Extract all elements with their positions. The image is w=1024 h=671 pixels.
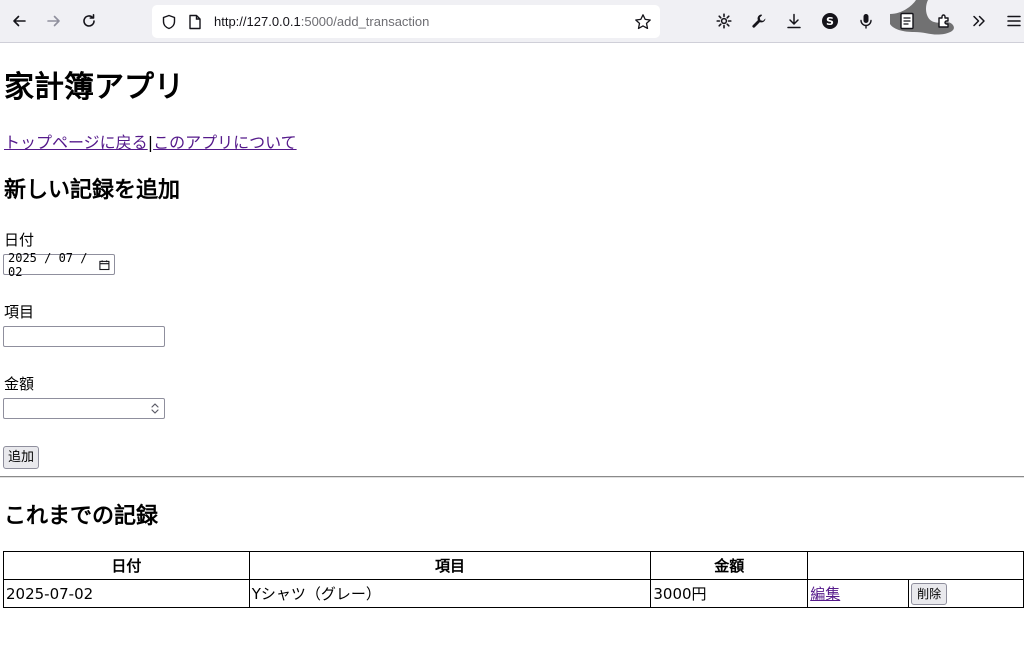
reload-icon (83, 14, 95, 27)
devtools-button[interactable] (745, 7, 773, 35)
about-link[interactable]: このアプリについて (153, 133, 297, 152)
col-item-header: 項目 (248, 551, 652, 580)
cell-date: 2025-07-02 (3, 579, 250, 608)
calendar-icon[interactable] (99, 259, 110, 271)
delete-button[interactable]: 削除 (911, 582, 948, 605)
edit-link[interactable]: 編集 (810, 585, 840, 603)
date-value: 2025 / 07 / 02 (8, 250, 88, 279)
reader-view-button[interactable] (893, 7, 921, 35)
add-button[interactable]: 追加 (3, 446, 40, 469)
form-heading: 新しい記録を追加 (4, 178, 181, 203)
item-label: 項目 (4, 303, 35, 321)
shield-icon[interactable] (160, 13, 178, 31)
svg-text:S: S (826, 15, 834, 28)
home-link[interactable]: トップページに戻る (4, 133, 148, 152)
arrow-right-icon (47, 15, 60, 27)
app-title: 家計簿アプリ (4, 70, 184, 105)
overflow-button[interactable] (965, 7, 993, 35)
download-icon (787, 13, 801, 29)
double-chevron-right-icon (973, 15, 985, 27)
browser-toolbar: http://127.0.0.1:5000/add_transaction S (0, 0, 1024, 43)
cell-item: Yシャツ（グレー） (248, 579, 652, 608)
url-text[interactable]: http://127.0.0.1:5000/add_transaction (214, 5, 429, 38)
document-icon (900, 12, 914, 30)
item-input[interactable] (3, 326, 165, 347)
amount-input[interactable] (3, 398, 165, 419)
gear-icon (716, 13, 732, 29)
table-header-row: 日付 項目 金額 (3, 551, 1024, 580)
reload-button[interactable] (75, 7, 103, 35)
section-divider (0, 476, 1024, 478)
extensions-button[interactable] (930, 7, 958, 35)
forward-button[interactable] (40, 7, 68, 35)
extension-s-button[interactable]: S (816, 7, 844, 35)
col-amount-header: 金額 (650, 551, 809, 580)
date-label: 日付 (4, 231, 35, 249)
url-host: http://127.0.0.1 (214, 14, 301, 29)
back-button[interactable] (5, 7, 33, 35)
page-content: 家計簿アプリ トップページに戻る|このアプリについて 新しい記録を追加 日付 2… (0, 44, 1024, 671)
downloads-button[interactable] (780, 7, 808, 35)
url-path: :5000/add_transaction (300, 14, 430, 29)
records-table: 日付 項目 金額 2025-07-02 Yシャツ（グレー） 3000円 編集 削… (3, 551, 1024, 608)
cell-edit: 編集 (807, 579, 910, 608)
col-actions-header (807, 551, 1024, 580)
hamburger-menu-icon (1007, 15, 1021, 27)
puzzle-icon (938, 14, 949, 28)
records-heading: これまでの記録 (4, 504, 159, 529)
date-input[interactable]: 2025 / 07 / 02 (3, 251, 115, 279)
settings-button[interactable] (710, 7, 738, 35)
url-bar[interactable]: http://127.0.0.1:5000/add_transaction (152, 5, 660, 38)
menu-button[interactable] (1000, 7, 1024, 35)
bookmark-star-icon[interactable] (634, 13, 652, 31)
cell-amount: 3000円 (650, 579, 809, 608)
microphone-button[interactable] (852, 7, 880, 35)
number-spinner-icon[interactable] (149, 401, 161, 416)
microphone-icon (860, 14, 872, 29)
cell-delete: 削除 (908, 579, 1024, 608)
page-icon (186, 13, 204, 31)
amount-label: 金額 (4, 375, 35, 393)
arrow-left-icon (13, 15, 26, 27)
col-date-header: 日付 (3, 551, 250, 580)
top-nav: トップページに戻る|このアプリについて (4, 132, 297, 154)
extension-s-icon: S (822, 13, 838, 29)
table-row: 2025-07-02 Yシャツ（グレー） 3000円 編集 削除 (3, 579, 1024, 608)
wrench-icon (752, 14, 766, 28)
